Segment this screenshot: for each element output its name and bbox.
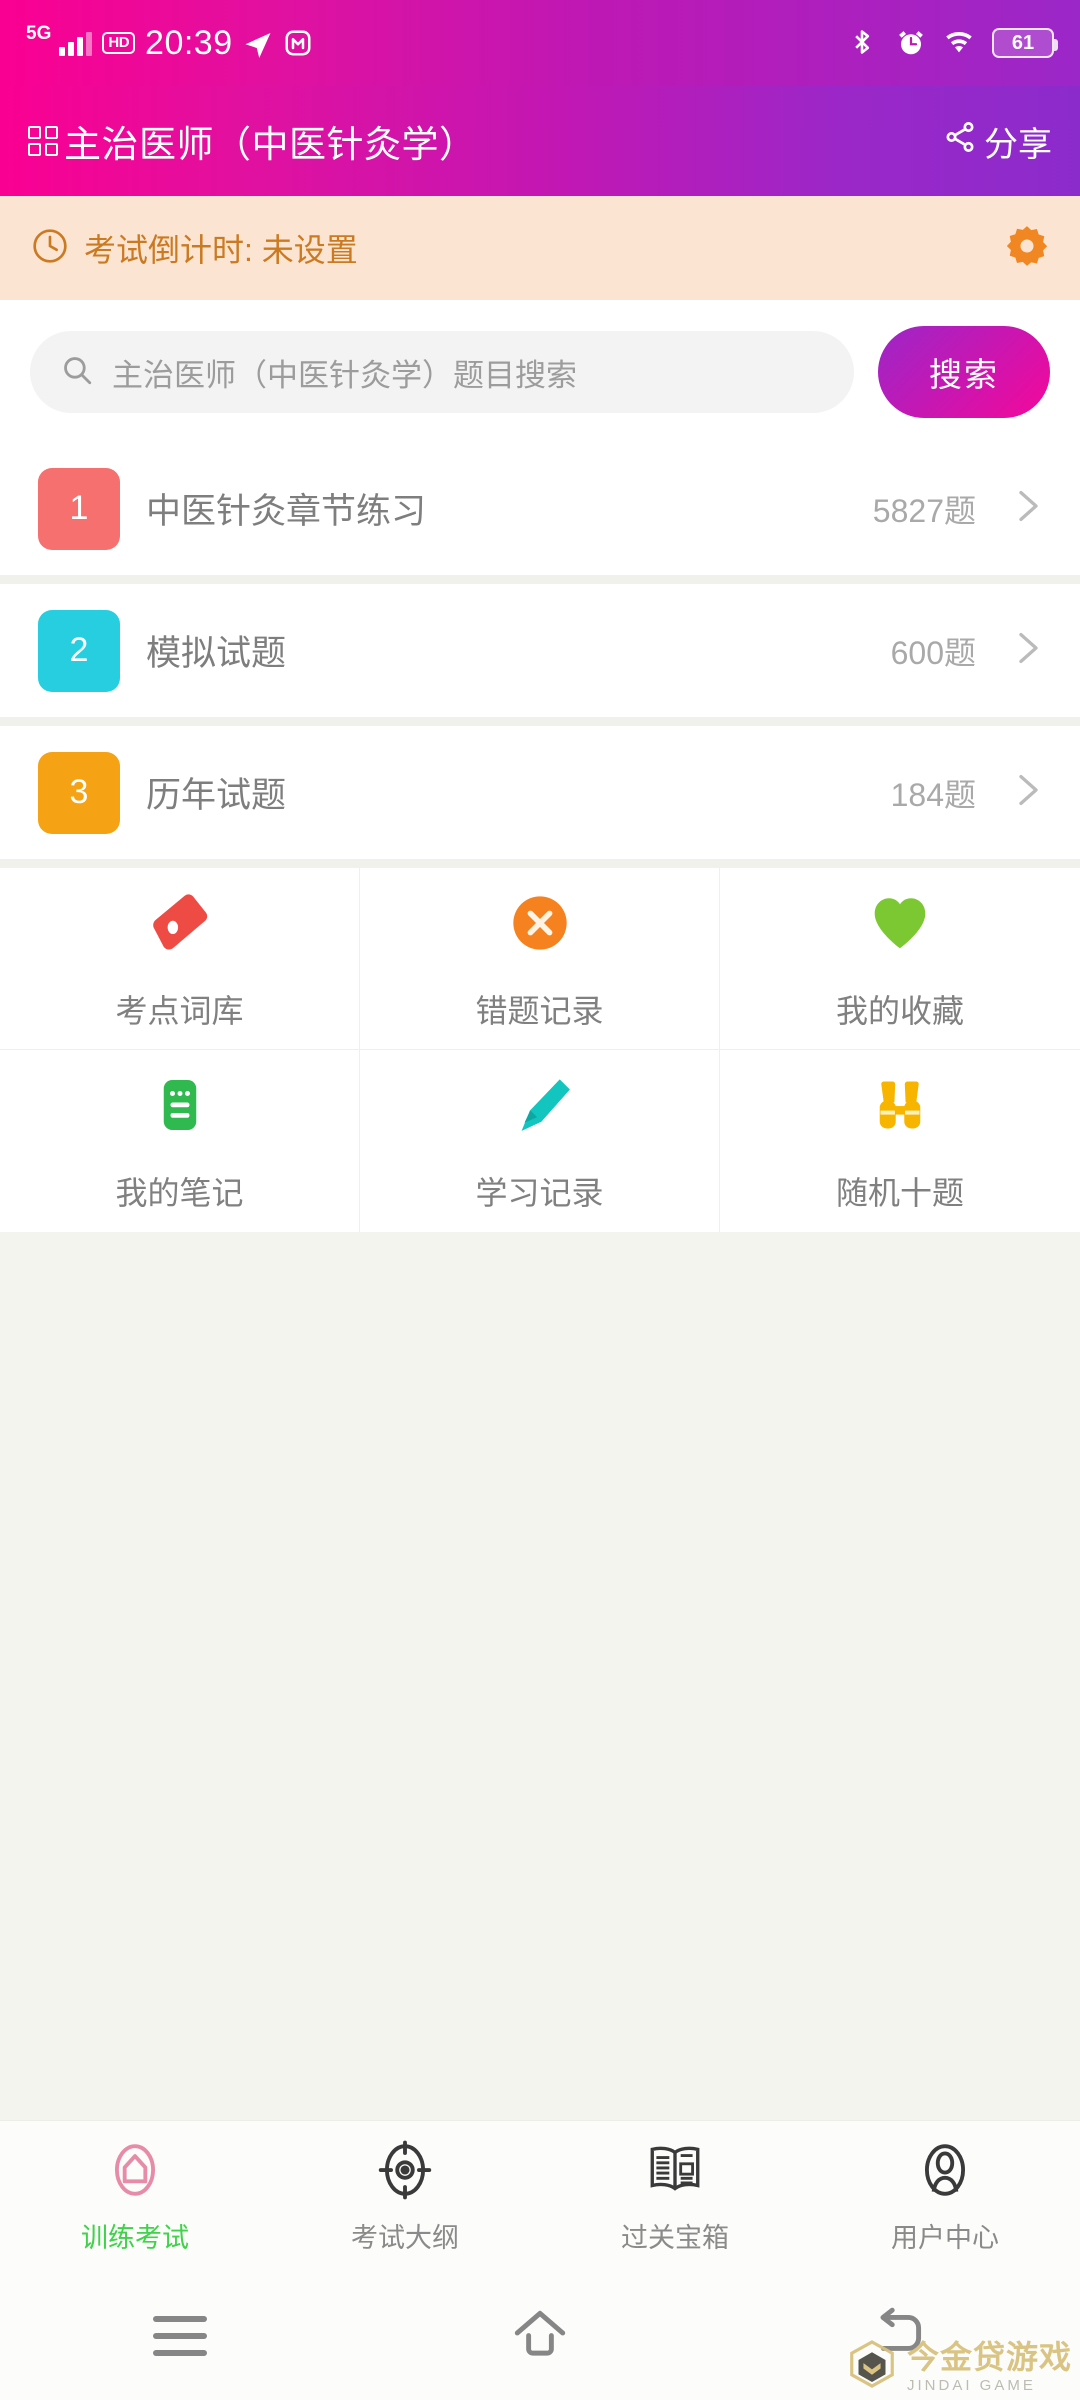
battery-indicator: 61 — [992, 28, 1058, 58]
alarm-clock-icon — [896, 28, 926, 58]
search-icon — [60, 353, 94, 392]
grid-menu-icon[interactable] — [28, 126, 58, 156]
countdown-text: 考试倒计时: 未设置 — [84, 232, 358, 268]
shield-logo-icon — [845, 2337, 899, 2396]
home-outline-icon[interactable] — [509, 2303, 571, 2370]
feature-label: 学习记录 — [475, 1175, 604, 1211]
binoculars-icon — [868, 1068, 932, 1142]
tab-label: 用户中心 — [891, 2222, 999, 2253]
list-item[interactable]: 3 历年试题 184题 — [0, 726, 1080, 868]
network-type-label: 5G — [26, 22, 52, 44]
feature-label: 我的笔记 — [115, 1175, 244, 1211]
watermark-en: JINDAI GAME — [906, 2376, 1036, 2394]
feature-my-notes[interactable]: 我的笔记 — [0, 1050, 360, 1232]
status-bar-right: 61 — [848, 28, 1058, 58]
tag-icon — [147, 886, 213, 960]
status-bar-left: 5G HD 20:39 — [26, 24, 313, 63]
note-icon — [150, 1068, 210, 1142]
feature-favorites[interactable]: 我的收藏 — [720, 868, 1080, 1050]
item-number-badge: 1 — [38, 467, 120, 550]
list-item-count: 5827题 — [872, 492, 976, 529]
menu-lines-icon[interactable] — [153, 2316, 207, 2356]
list-item-count: 600题 — [890, 634, 976, 671]
clock-icon — [30, 226, 70, 271]
watermark: 今金贷游戏 JINDAI GAME — [845, 2337, 1072, 2396]
feature-label: 错题记录 — [475, 992, 604, 1029]
feature-label: 考点词库 — [115, 992, 244, 1029]
tab-exam-syllabus[interactable]: 考试大纲 — [270, 2121, 540, 2272]
share-label: 分享 — [984, 125, 1052, 164]
tab-label: 训练考试 — [81, 2222, 189, 2253]
feature-wrong-answers[interactable]: 错题记录 — [360, 868, 720, 1050]
practice-list: 1 中医针灸章节练习 5827题 2 模拟试题 600题 3 历年试题 184题 — [0, 442, 1080, 868]
target-icon — [374, 2139, 436, 2206]
tab-label: 考试大纲 — [351, 2222, 459, 2253]
search-button[interactable]: 搜索 — [878, 326, 1050, 418]
book-news-icon — [644, 2139, 706, 2206]
pencil-icon — [508, 1068, 572, 1142]
list-item[interactable]: 2 模拟试题 600题 — [0, 584, 1080, 726]
feature-study-record[interactable]: 学习记录 — [360, 1050, 720, 1232]
android-nav-bar: 今金贷游戏 JINDAI GAME — [0, 2272, 1080, 2400]
tab-pass-treasure-box[interactable]: 过关宝箱 — [540, 2121, 810, 2272]
list-item-label: 历年试题 — [146, 776, 287, 815]
list-item-label: 中医针灸章节练习 — [146, 492, 427, 531]
feature-label: 随机十题 — [835, 1175, 964, 1211]
home-icon — [104, 2139, 166, 2206]
search-input[interactable]: 主治医师（中医针灸学）题目搜索 — [112, 350, 577, 395]
m-app-icon — [283, 28, 313, 58]
feature-label: 我的收藏 — [835, 992, 964, 1029]
heart-icon — [867, 886, 933, 960]
item-number-badge: 3 — [38, 751, 120, 834]
error-x-icon — [508, 886, 572, 960]
item-number-badge: 2 — [38, 609, 120, 692]
chevron-right-icon — [1006, 486, 1046, 531]
exam-countdown-bar[interactable]: 考试倒计时: 未设置 — [0, 196, 1080, 300]
page-title: 主治医师（中医针灸学） — [64, 124, 477, 165]
user-icon — [914, 2139, 976, 2206]
hd-label: HD — [102, 32, 136, 54]
bottom-tab-bar: 训练考试 考试大纲 过关宝箱 用户中心 — [0, 2120, 1080, 2272]
share-icon — [943, 120, 977, 163]
phone-screen: 5G HD 20:39 61 主治医师（中医针灸学） 分享 考试倒计时: 未设置… — [0, 0, 1080, 2400]
watermark-text: 今金贷游戏 JINDAI GAME — [907, 2341, 1072, 2393]
wifi-icon — [944, 28, 974, 58]
status-bar-clock: 20:39 — [145, 23, 233, 62]
list-item[interactable]: 1 中医针灸章节练习 5827题 — [0, 442, 1080, 584]
status-bar: 5G HD 20:39 61 — [0, 0, 1080, 86]
tab-user-center[interactable]: 用户中心 — [810, 2121, 1080, 2272]
app-header: 主治医师（中医针灸学） 分享 — [0, 86, 1080, 196]
content-empty-area — [0, 1232, 1080, 2120]
feature-grid: 考点词库 错题记录 我的收藏 我的笔记 学习记录 随机十题 — [0, 868, 1080, 1232]
list-item-label: 模拟试题 — [146, 634, 287, 673]
gear-icon[interactable] — [1004, 223, 1050, 274]
list-item-count: 184题 — [890, 776, 976, 813]
battery-level-label: 61 — [1011, 32, 1035, 54]
watermark-cn: 今金贷游戏 — [906, 2338, 1072, 2375]
location-arrow-icon — [243, 28, 273, 58]
tab-label: 过关宝箱 — [621, 2222, 729, 2253]
header-title-group[interactable]: 主治医师（中医针灸学） — [28, 114, 477, 168]
feature-random-ten[interactable]: 随机十题 — [720, 1050, 1080, 1232]
signal-strength-icon — [59, 30, 93, 56]
search-section: 主治医师（中医针灸学）题目搜索 搜索 — [0, 300, 1080, 442]
search-input-container[interactable]: 主治医师（中医针灸学）题目搜索 — [30, 331, 854, 413]
chevron-right-icon — [1006, 628, 1046, 673]
share-button[interactable]: 分享 — [943, 117, 1052, 166]
bluetooth-icon — [848, 28, 878, 58]
feature-keyword-dictionary[interactable]: 考点词库 — [0, 868, 360, 1050]
chevron-right-icon — [1006, 770, 1046, 815]
tab-training-exam[interactable]: 训练考试 — [0, 2121, 270, 2272]
